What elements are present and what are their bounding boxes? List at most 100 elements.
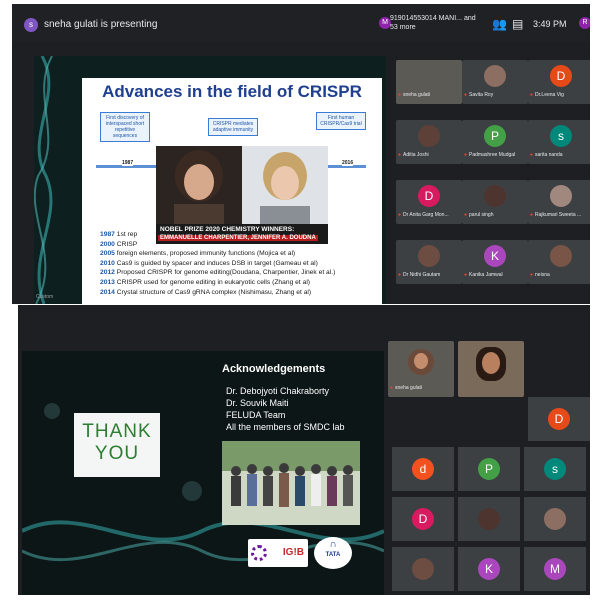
- participant-tile[interactable]: K: [458, 547, 520, 591]
- participant-tile[interactable]: d: [392, 447, 454, 491]
- thank-you-word: YOU: [94, 443, 140, 464]
- participant-tile[interactable]: [524, 497, 586, 541]
- clock: 3:49 PM: [533, 19, 567, 29]
- tata-mark-icon: ∩: [329, 539, 337, 550]
- participant-tile[interactable]: ● Dr Nidhi Gautam: [396, 240, 462, 284]
- participant-photo: [418, 65, 440, 87]
- presenter-avatar: s: [24, 18, 38, 32]
- mic-off-icon: ●: [398, 92, 402, 98]
- participant-tile[interactable]: ● neisna: [528, 240, 590, 284]
- participant-avatar: s: [550, 125, 572, 147]
- laureate-photo-charpentier: [156, 146, 242, 226]
- people-icon[interactable]: 👥: [492, 17, 507, 31]
- timeline-event: 1987 1st rep: [100, 231, 138, 238]
- participant-tile[interactable]: P ● Padmashree Mudgal: [462, 120, 528, 164]
- presentation-stage: Advances in the field of CRISPR First di…: [34, 56, 386, 304]
- acknowledgements-title: Acknowledgements: [222, 363, 326, 375]
- mic-off-icon: ●: [390, 385, 394, 391]
- participant-name: ● Dr Nidhi Gautam: [398, 272, 441, 278]
- participant-tile[interactable]: ● Aditia Joshi: [396, 120, 462, 164]
- participant-tile[interactable]: [458, 497, 520, 541]
- mic-off-icon: ●: [464, 212, 468, 218]
- participant-avatar: D: [418, 185, 440, 207]
- participant-tile[interactable]: M: [524, 547, 586, 591]
- participant-name: ● Kanika Jamwal: [464, 272, 503, 278]
- participant-photo: [484, 65, 506, 87]
- participant-avatar: D: [412, 508, 434, 530]
- participant-photo: [418, 125, 440, 147]
- ack-line: FELUDA Team: [226, 410, 286, 420]
- participant-tile-self[interactable]: ● sneha gulati: [388, 341, 454, 397]
- self-avatar[interactable]: R: [579, 17, 590, 29]
- presentation-stage: THANK YOU Acknowledgements Dr. Debojyoti…: [22, 351, 384, 595]
- timeline-year: 2016: [342, 160, 354, 166]
- participant-name: ● Dr Anita Garg Mon...: [398, 212, 449, 218]
- caller-info[interactable]: 919014553014 MANI... and 53 more: [390, 14, 478, 32]
- mic-off-icon: ●: [464, 272, 468, 278]
- participant-photo: [484, 185, 506, 207]
- participant-avatar: D: [548, 408, 570, 430]
- participant-name: ● Savita Roy: [464, 92, 494, 98]
- participant-tile[interactable]: D ● Dr.Leena Vig: [528, 60, 590, 104]
- participant-name: ● Padmashree Mudgal: [464, 152, 516, 158]
- mic-off-icon: ●: [530, 92, 534, 98]
- thank-you-box: THANK YOU: [74, 413, 160, 477]
- group-photo: [222, 441, 360, 525]
- presenter-label: sneha gulati is presenting: [44, 19, 158, 30]
- participant-name: ● Dr.Leena Vig: [530, 92, 564, 98]
- participant-tile[interactable]: D ● Dr Anita Garg Mon...: [396, 180, 462, 224]
- participant-tile[interactable]: ● Rajkumari Sweeta ...: [528, 180, 590, 224]
- participant-tile[interactable]: P: [458, 447, 520, 491]
- participant-photo: [418, 245, 440, 267]
- participant-photo: [408, 349, 434, 375]
- participant-avatar: d: [412, 458, 434, 480]
- participant-avatar: K: [484, 245, 506, 267]
- participant-photo: [544, 508, 566, 530]
- mic-off-icon: ●: [464, 152, 468, 158]
- participant-tile[interactable]: s ● sarita nanda: [528, 120, 590, 164]
- thank-you-word: THANK: [82, 421, 152, 442]
- participant-avatar: M: [544, 558, 566, 580]
- crispr-timeline-list: 1987 1st rep 2000 CRISP 2005 foreign ele…: [100, 230, 378, 297]
- participant-tile[interactable]: ● parul singh: [462, 180, 528, 224]
- timeline-event: 2000 CRISP: [100, 240, 138, 248]
- mic-off-icon: ●: [398, 212, 402, 218]
- timeline-event: 2014 Crystal structure of Cas9 gRNA comp…: [100, 288, 312, 296]
- participant-avatar: D: [550, 65, 572, 87]
- participant-name: ● neisna: [530, 272, 550, 278]
- slide: Advances in the field of CRISPR First di…: [82, 78, 382, 304]
- participant-name: ● sarita nanda: [530, 152, 563, 158]
- participant-tile[interactable]: ● Savita Roy: [462, 60, 528, 104]
- participant-tile[interactable]: [392, 547, 454, 591]
- participant-tile-video[interactable]: [458, 341, 524, 397]
- participant-name: ● parul singh: [464, 212, 494, 218]
- participant-tile[interactable]: D: [392, 497, 454, 541]
- participant-photo: [550, 245, 572, 267]
- timeline-event: 2013 CRISPR used for genome editing in e…: [100, 278, 311, 286]
- mic-off-icon: ●: [464, 92, 468, 98]
- meeting-screenshot-presenting: s sneha gulati is presenting M 919014553…: [12, 4, 590, 304]
- participant-name: ● Rajkumari Sweeta ...: [530, 212, 582, 218]
- participant-tile[interactable]: K ● Kanika Jamwal: [462, 240, 528, 284]
- participant-tile[interactable]: D: [528, 397, 590, 441]
- participant-photo: [550, 185, 572, 207]
- gear-icon: [251, 545, 267, 561]
- participant-name: ● Aditia Joshi: [398, 152, 429, 158]
- timeline-year: 1987: [122, 160, 134, 166]
- participant-photo: [478, 508, 500, 530]
- laureate-photo-doudna: [242, 146, 328, 226]
- mic-off-icon: ●: [398, 152, 402, 158]
- stage-label: Custom: [36, 294, 54, 300]
- chat-icon[interactable]: ▤: [512, 17, 523, 31]
- timeline-event: 2012 Proposed CRISPR for genome editing(…: [100, 269, 336, 277]
- ack-line: Dr. Souvik Maiti: [226, 398, 289, 408]
- participant-tile[interactable]: s: [524, 447, 586, 491]
- mic-off-icon: ●: [398, 272, 402, 278]
- ack-line: Dr. Debojyoti Chakraborty: [226, 386, 330, 396]
- tata-logo: ∩ TATA: [314, 537, 352, 569]
- participant-name: ● sneha gulati: [390, 385, 422, 391]
- participant-tile[interactable]: ● sneha gulati: [396, 60, 462, 104]
- timeline-event: 2010 Cas9 is guided by spacer and induce…: [100, 259, 318, 267]
- participant-name: ● sneha gulati: [398, 92, 430, 98]
- participant-photo: [412, 558, 434, 580]
